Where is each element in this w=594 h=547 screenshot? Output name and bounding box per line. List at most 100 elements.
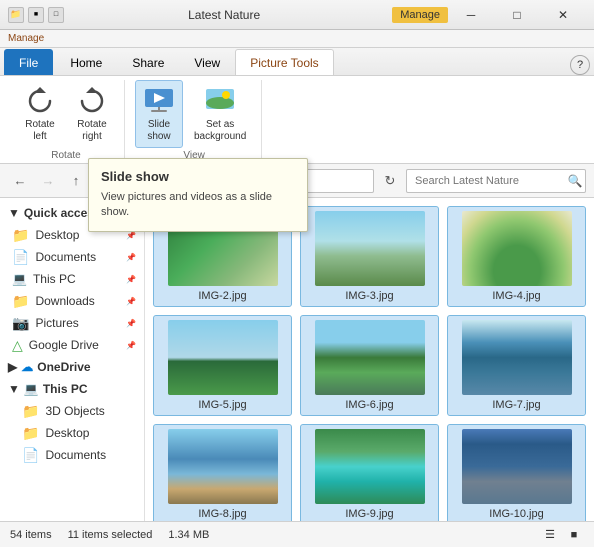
- file-thumbnail-img-10: [462, 429, 572, 504]
- rotate-left-icon: [24, 85, 56, 117]
- app-icon: 📁: [8, 7, 24, 23]
- documents-2-icon: 📄: [22, 447, 39, 464]
- this-pc-chevron: ▼: [8, 382, 20, 396]
- file-name-img-3: IMG-3.jpg: [345, 290, 393, 302]
- maximize-button[interactable]: □: [494, 0, 540, 30]
- rotate-right-label: Rotateright: [77, 119, 106, 143]
- item-count: 54 items: [10, 529, 52, 541]
- pin-icon-3: 📌: [126, 275, 136, 284]
- file-name-img-4: IMG-4.jpg: [492, 290, 540, 302]
- tab-share[interactable]: Share: [117, 49, 179, 75]
- forward-button[interactable]: →: [36, 169, 60, 193]
- file-name-img-10: IMG-10.jpg: [489, 508, 543, 520]
- selected-count: 11 items selected: [68, 529, 153, 541]
- title-icon-3: □: [48, 7, 64, 23]
- status-bar: 54 items 11 items selected 1.34 MB ☰ ■: [0, 521, 594, 547]
- sidebar-item-3d-objects[interactable]: 📁 3D Objects: [0, 400, 144, 422]
- 3d-objects-label: 3D Objects: [45, 404, 104, 418]
- onedrive-label: OneDrive: [37, 360, 90, 374]
- pin-icon-4: 📌: [126, 297, 136, 306]
- tooltip-description: View pictures and videos as a slide show…: [101, 190, 295, 221]
- this-pc-label: This PC: [33, 272, 76, 286]
- rotate-buttons: Rotateleft Rotateright: [16, 80, 116, 148]
- manage-tab-area: Manage: [0, 30, 594, 48]
- google-drive-label: Google Drive: [29, 338, 99, 352]
- title-bar: 📁 ■ □ Latest Nature Manage ─ □ ✕: [0, 0, 594, 30]
- rotate-right-button[interactable]: Rotateright: [68, 80, 116, 148]
- onedrive-icon: ☁: [21, 360, 33, 374]
- slide-show-button[interactable]: Slideshow: [135, 80, 183, 148]
- back-button[interactable]: ←: [8, 169, 32, 193]
- set-background-icon: [204, 85, 236, 117]
- documents-icon: 📄: [12, 249, 29, 266]
- tab-picture-tools[interactable]: Picture Tools: [235, 49, 333, 75]
- sidebar-item-documents-2[interactable]: 📄 Documents: [0, 444, 144, 466]
- file-name-img-2: IMG-2.jpg: [198, 290, 246, 302]
- list-view-button[interactable]: ☰: [540, 525, 560, 545]
- this-pc-icon-2: 💻: [24, 382, 39, 396]
- desktop-2-icon: 📁: [22, 425, 39, 442]
- file-item-img-9[interactable]: IMG-9.jpg: [300, 424, 439, 521]
- file-item-img-6[interactable]: IMG-6.jpg: [300, 315, 439, 416]
- file-name-img-7: IMG-7.jpg: [492, 399, 540, 411]
- pin-icon-5: 📌: [126, 319, 136, 328]
- set-background-button[interactable]: Set asbackground: [187, 80, 253, 148]
- file-grid: IMG-2.jpg IMG-3.jpg IMG-4.jpg IMG-5.jpg IMG-…: [145, 198, 594, 521]
- rotate-left-button[interactable]: Rotateleft: [16, 80, 64, 148]
- ribbon: Rotateleft Rotateright Rotate: [0, 76, 594, 164]
- help-button[interactable]: ?: [570, 55, 590, 75]
- file-item-img-8[interactable]: IMG-8.jpg: [153, 424, 292, 521]
- documents-label: Documents: [35, 250, 96, 264]
- file-thumbnail-img-8: [168, 429, 278, 504]
- refresh-button[interactable]: ↻: [378, 169, 402, 193]
- search-icon[interactable]: 🔍: [565, 169, 585, 193]
- sidebar-item-this-pc[interactable]: 💻 This PC 📌: [0, 268, 144, 290]
- slide-show-label: Slideshow: [147, 119, 170, 143]
- tooltip-popup: Slide show View pictures and videos as a…: [88, 158, 308, 232]
- pictures-label: Pictures: [35, 316, 78, 330]
- close-button[interactable]: ✕: [540, 0, 586, 30]
- sidebar-item-google-drive[interactable]: △ Google Drive 📌: [0, 334, 144, 356]
- google-drive-icon: △: [12, 337, 23, 354]
- tab-view[interactable]: View: [179, 49, 235, 75]
- tab-home[interactable]: Home: [55, 49, 117, 75]
- 3d-objects-icon: 📁: [22, 403, 39, 420]
- desktop-2-label: Desktop: [45, 426, 89, 440]
- title-bar-icons: 📁 ■ □: [8, 7, 64, 23]
- sidebar: ▼ Quick access 📁 Desktop 📌 📄 Documents 📌…: [0, 198, 145, 521]
- file-item-img-4[interactable]: IMG-4.jpg: [447, 206, 586, 307]
- selected-size: 1.34 MB: [168, 529, 209, 541]
- file-name-img-6: IMG-6.jpg: [345, 399, 393, 411]
- file-thumbnail-img-6: [315, 320, 425, 395]
- main-area: ▼ Quick access 📁 Desktop 📌 📄 Documents 📌…: [0, 198, 594, 521]
- sidebar-item-downloads[interactable]: 📁 Downloads 📌: [0, 290, 144, 312]
- file-thumbnail-img-4: [462, 211, 572, 286]
- sidebar-item-pictures[interactable]: 📷 Pictures 📌: [0, 312, 144, 334]
- up-button[interactable]: ↑: [64, 169, 88, 193]
- file-item-img-5[interactable]: IMG-5.jpg: [153, 315, 292, 416]
- sidebar-item-documents[interactable]: 📄 Documents 📌: [0, 246, 144, 268]
- rotate-left-label: Rotateleft: [25, 119, 54, 143]
- desktop-icon: 📁: [12, 227, 29, 244]
- file-item-img-3[interactable]: IMG-3.jpg: [300, 206, 439, 307]
- file-thumbnail-img-9: [315, 429, 425, 504]
- file-item-img-10[interactable]: IMG-10.jpg: [447, 424, 586, 521]
- search-input[interactable]: [407, 175, 565, 187]
- rotate-right-icon: [76, 85, 108, 117]
- set-background-label: Set asbackground: [194, 119, 246, 143]
- file-thumbnail-img-5: [168, 320, 278, 395]
- ribbon-group-view: Slideshow Set asbackground View: [127, 80, 262, 159]
- pin-icon-2: 📌: [126, 253, 136, 262]
- title-controls: ─ □ ✕: [448, 0, 586, 30]
- grid-view-button[interactable]: ■: [564, 525, 584, 545]
- minimize-button[interactable]: ─: [448, 0, 494, 30]
- tab-file[interactable]: File: [4, 49, 53, 75]
- onedrive-chevron: ▶: [8, 360, 17, 374]
- manage-badge: Manage: [392, 7, 448, 23]
- sidebar-header-onedrive[interactable]: ▶ ☁ OneDrive: [0, 356, 144, 378]
- view-buttons: Slideshow Set asbackground: [135, 80, 253, 148]
- file-name-img-5: IMG-5.jpg: [198, 399, 246, 411]
- sidebar-item-desktop-2[interactable]: 📁 Desktop: [0, 422, 144, 444]
- sidebar-header-this-pc[interactable]: ▼ 💻 This PC: [0, 378, 144, 400]
- file-item-img-7[interactable]: IMG-7.jpg: [447, 315, 586, 416]
